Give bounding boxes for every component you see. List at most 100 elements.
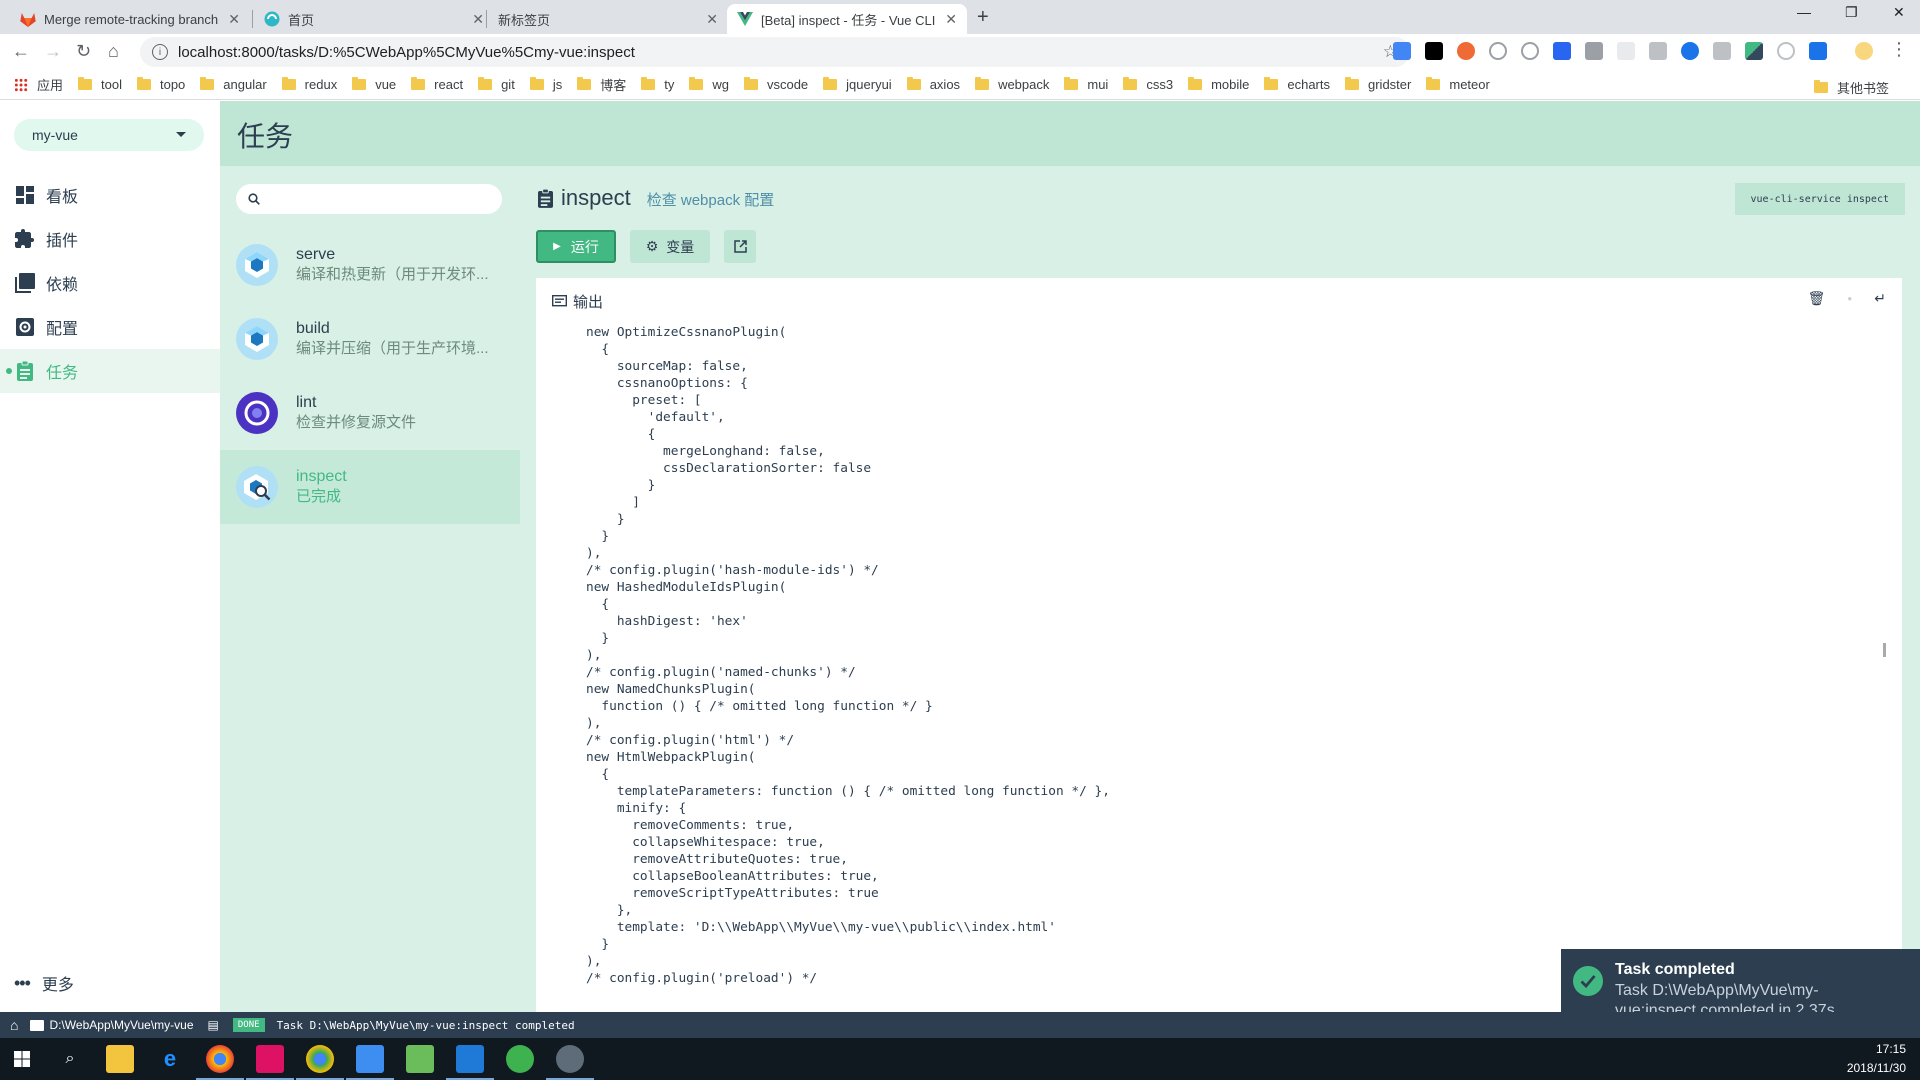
bookmark-folder[interactable]: mobile: [1188, 77, 1249, 92]
sidebar-item-configuration[interactable]: 配置: [0, 305, 220, 349]
new-tab-icon[interactable]: +: [977, 6, 989, 29]
sidebar-item-plugins[interactable]: 插件: [0, 217, 220, 261]
bookmark-folder[interactable]: gridster: [1345, 77, 1411, 92]
sidebar-item-dashboard[interactable]: 看板: [0, 173, 220, 217]
back-icon[interactable]: ←: [12, 41, 30, 62]
bookmark-apps[interactable]: 应用: [14, 75, 63, 94]
extension-icon[interactable]: [1457, 42, 1475, 60]
bookmark-folder[interactable]: tool: [78, 77, 122, 92]
profile-avatar[interactable]: [1855, 42, 1873, 60]
wechat-icon[interactable]: [506, 1045, 534, 1073]
home-icon[interactable]: ⌂: [10, 1017, 18, 1033]
home-icon[interactable]: ⌂: [108, 41, 119, 62]
bookmark-folder[interactable]: 博客: [577, 75, 626, 94]
extension-icon[interactable]: [1617, 42, 1635, 60]
restore-icon[interactable]: ❐: [1845, 4, 1858, 21]
css3-extension-icon[interactable]: [1553, 42, 1571, 60]
folder-icon: [529, 77, 544, 90]
bookmark-folder[interactable]: webpack: [975, 77, 1049, 92]
notepad-icon[interactable]: [406, 1045, 434, 1073]
extension-icon[interactable]: [1649, 42, 1667, 60]
wrap-icon[interactable]: ↵: [1874, 290, 1886, 307]
extension-icon[interactable]: [1713, 42, 1731, 60]
task-status: 已完成: [296, 488, 342, 505]
bookmark-folder[interactable]: git: [478, 77, 515, 92]
task-item-build[interactable]: build 编译并压缩（用于生产环境...: [220, 302, 520, 376]
jetbrains-extension-icon[interactable]: [1425, 42, 1443, 60]
shield-extension-icon[interactable]: [1489, 42, 1507, 60]
task-item-serve[interactable]: serve 编译和热更新（用于开发环...: [220, 228, 520, 302]
close-icon[interactable]: ✕: [472, 11, 484, 28]
file-explorer-icon[interactable]: [106, 1045, 134, 1073]
tab-gitlab[interactable]: Merge remote-tracking branch ✕: [10, 4, 250, 34]
minimize-icon[interactable]: —: [1797, 4, 1811, 20]
delete-icon[interactable]: 🗑: [1808, 290, 1826, 307]
messenger-icon[interactable]: [346, 1045, 394, 1080]
search-icon[interactable]: ⌕: [56, 1045, 84, 1073]
bookmark-folder[interactable]: ty: [641, 77, 674, 92]
open-external-button[interactable]: [724, 230, 756, 263]
url-text: localhost:8000/tasks/D:%5CWebApp%5CMyVue…: [178, 43, 635, 61]
variables-button[interactable]: ⚙ 变量: [630, 230, 710, 263]
close-window-icon[interactable]: ✕: [1893, 4, 1905, 21]
run-button[interactable]: ▶ 运行: [536, 230, 616, 263]
tab-vue-cli[interactable]: [Beta] inspect - 任务 - Vue CLI ✕: [727, 4, 967, 34]
task-item-lint[interactable]: lint 检查并修复源文件: [220, 376, 520, 450]
jetbrains-icon[interactable]: [246, 1045, 294, 1080]
gear-icon: ⚙: [645, 238, 659, 254]
bookmark-folder[interactable]: vscode: [743, 77, 808, 92]
dot-icon[interactable]: ●: [1847, 294, 1852, 303]
bookmark-other[interactable]: 其他书签: [1813, 78, 1889, 97]
project-selector[interactable]: my-vue: [14, 119, 204, 151]
bookmark-folder[interactable]: js: [529, 77, 562, 92]
scrollbar[interactable]: [1883, 643, 1886, 657]
bookmark-folder[interactable]: react: [411, 77, 463, 92]
folder-icon: [1345, 77, 1359, 90]
project-path[interactable]: D:\WebApp\MyVue\my-vue: [30, 1018, 194, 1032]
edge-icon[interactable]: e: [156, 1045, 184, 1073]
windows-start-icon[interactable]: [8, 1045, 36, 1073]
output-toolbar: 🗑 ● ↵: [1808, 290, 1886, 307]
bookmark-folder[interactable]: meteor: [1426, 77, 1490, 92]
settings-icon: [14, 317, 36, 337]
more-button[interactable]: ••• 更多: [14, 971, 74, 995]
search-input[interactable]: [236, 184, 502, 214]
bookmark-folder[interactable]: topo: [136, 77, 185, 92]
tab-home[interactable]: 首页 ✕: [254, 4, 494, 34]
close-icon[interactable]: ✕: [228, 11, 240, 28]
bookmark-folder[interactable]: wg: [689, 77, 729, 92]
extension-icon[interactable]: [1777, 42, 1795, 60]
bookmark-folder[interactable]: axios: [906, 77, 960, 92]
vscode-icon[interactable]: [446, 1045, 494, 1080]
task-item-inspect[interactable]: inspect 已完成: [220, 450, 520, 524]
tab-new-tab[interactable]: 新标签页 ✕: [488, 4, 728, 34]
webpack-icon: [236, 318, 278, 360]
bookmark-folder[interactable]: echarts: [1264, 77, 1330, 92]
font-extension-icon[interactable]: [1585, 42, 1603, 60]
chrome-icon[interactable]: [296, 1045, 344, 1080]
info-icon[interactable]: i: [152, 44, 168, 60]
bookmark-folder[interactable]: redux: [281, 77, 337, 92]
extension-icon[interactable]: [1809, 42, 1827, 60]
bookmark-folder[interactable]: jqueryui: [823, 77, 892, 92]
address-bar[interactable]: i localhost:8000/tasks/D:%5CWebApp%5CMyV…: [140, 37, 1410, 67]
bookmark-folder[interactable]: css3: [1123, 77, 1173, 92]
console-icon[interactable]: ▤: [208, 1018, 219, 1032]
close-icon[interactable]: ✕: [945, 11, 957, 28]
close-icon[interactable]: ✕: [706, 11, 718, 28]
bookmark-folder[interactable]: angular: [200, 77, 267, 92]
app-icon[interactable]: [546, 1045, 594, 1080]
translate-extension-icon[interactable]: [1393, 42, 1411, 60]
angular-extension-icon[interactable]: [1521, 42, 1539, 60]
system-tray[interactable]: 17:15 2018/11/30: [1847, 1040, 1906, 1078]
bookmark-folder[interactable]: vue: [352, 77, 396, 92]
extension-icon[interactable]: [1681, 42, 1699, 60]
reload-icon[interactable]: ↻: [76, 41, 91, 62]
menu-icon[interactable]: ⋮: [1890, 39, 1908, 60]
forward-icon[interactable]: →: [44, 41, 62, 62]
sidebar-item-dependencies[interactable]: 依赖: [0, 261, 220, 305]
vue-devtools-icon[interactable]: [1745, 42, 1763, 60]
sidebar-item-tasks[interactable]: 任务: [0, 349, 220, 393]
chrome-icon[interactable]: [196, 1045, 244, 1080]
bookmark-folder[interactable]: mui: [1064, 77, 1108, 92]
